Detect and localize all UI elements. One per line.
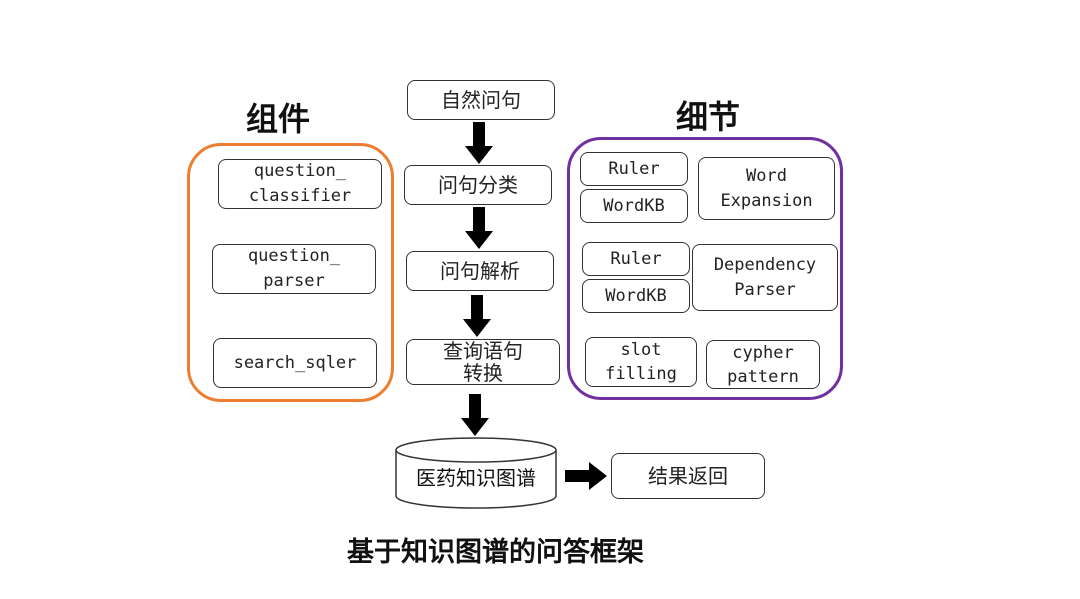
arrow-down-icon [465,122,493,164]
step-natural-question: 自然问句 [407,80,555,120]
arrow-down-icon [465,207,493,249]
detail-ruler-2: Ruler [582,242,690,276]
detail-slot-filling: slot filling [585,337,697,387]
detail-word-expansion: Word Expansion [698,157,835,220]
arrow-down-icon [463,295,491,337]
step-question-parsing: 问句解析 [406,251,554,291]
detail-wordkb-2: WordKB [582,279,690,313]
detail-cypher-pattern: cypher pattern [706,340,820,389]
detail-ruler-1: Ruler [580,152,688,186]
details-heading: 细节 [676,98,741,136]
arrow-down-icon [461,394,489,436]
arrow-right-icon [565,462,607,490]
components-heading: 组件 [246,100,311,138]
component-question-classifier: question_ classifier [218,159,382,209]
component-search-sqler: search_sqler [213,338,377,388]
database-label: 医药知识图谱 [416,466,536,490]
result-return-box: 结果返回 [611,453,765,499]
diagram-caption: 基于知识图谱的问答框架 [347,537,644,568]
detail-dependency-parser: Dependency Parser [692,244,838,311]
detail-wordkb-1: WordKB [580,189,688,223]
step-query-conversion: 查询语句 转换 [406,339,560,385]
component-question-parser: question_ parser [212,244,376,294]
step-question-classification: 问句分类 [404,165,552,205]
